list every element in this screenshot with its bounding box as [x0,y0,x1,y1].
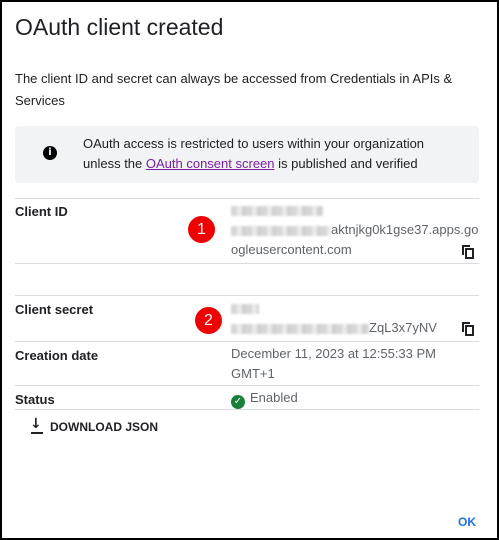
divider [15,341,479,342]
divider [15,198,479,199]
check-circle-icon: ✓ [231,395,245,409]
divider [15,263,479,264]
info-icon: i [43,146,57,160]
client-id-suffix: aktnjkg0k1gse37.apps.go [331,222,479,237]
creation-date-line1: December 11, 2023 at 12:55:33 PM [231,346,436,361]
status-value: ✓ Enabled [231,388,298,409]
client-id-redacted-prefix [231,200,478,220]
client-id-line2: ogleusercontent.com [231,242,352,257]
oauth-client-dialog: OAuth client created The client ID and s… [0,0,499,540]
download-json-label: DOWNLOAD JSON [50,420,158,434]
copy-client-id-icon[interactable] [462,245,474,259]
oauth-consent-screen-link[interactable]: OAuth consent screen [146,156,275,171]
client-secret-redacted-prefix [231,298,437,318]
client-id-label: Client ID [15,204,68,219]
status-text: Enabled [250,390,298,405]
client-secret-line: ZqL3x7yNV [231,318,437,338]
status-label: Status [15,392,55,407]
dialog-description: The client ID and secret can always be a… [15,71,453,108]
creation-date-label: Creation date [15,348,99,363]
client-id-line1: aktnjkg0k1gse37.apps.go [231,220,478,240]
annotation-badge-2: 2 [195,307,222,334]
client-secret-label: Client secret [15,302,94,317]
copy-client-secret-icon[interactable] [462,322,474,336]
download-icon: ↓ [30,416,43,434]
info-banner: i OAuth access is restricted to users wi… [15,126,479,183]
divider [15,409,479,410]
info-text: OAuth access is restricted to users with… [83,134,463,174]
dialog-title: OAuth client created [15,14,224,40]
ok-button[interactable]: OK [458,515,476,529]
client-secret-value: ZqL3x7yNV [231,298,437,338]
divider [15,385,479,386]
creation-date-line2: GMT+1 [231,366,275,381]
divider [15,295,479,296]
client-id-value: aktnjkg0k1gse37.apps.go ogleusercontent.… [231,200,478,260]
annotation-badge-1: 1 [188,216,215,243]
creation-date-value: December 11, 2023 at 12:55:33 PM GMT+1 [231,344,436,384]
info-text-after: is published and verified [274,156,418,171]
client-secret-suffix: ZqL3x7yNV [369,320,437,335]
download-json-button[interactable]: ↓ DOWNLOAD JSON [30,416,158,434]
